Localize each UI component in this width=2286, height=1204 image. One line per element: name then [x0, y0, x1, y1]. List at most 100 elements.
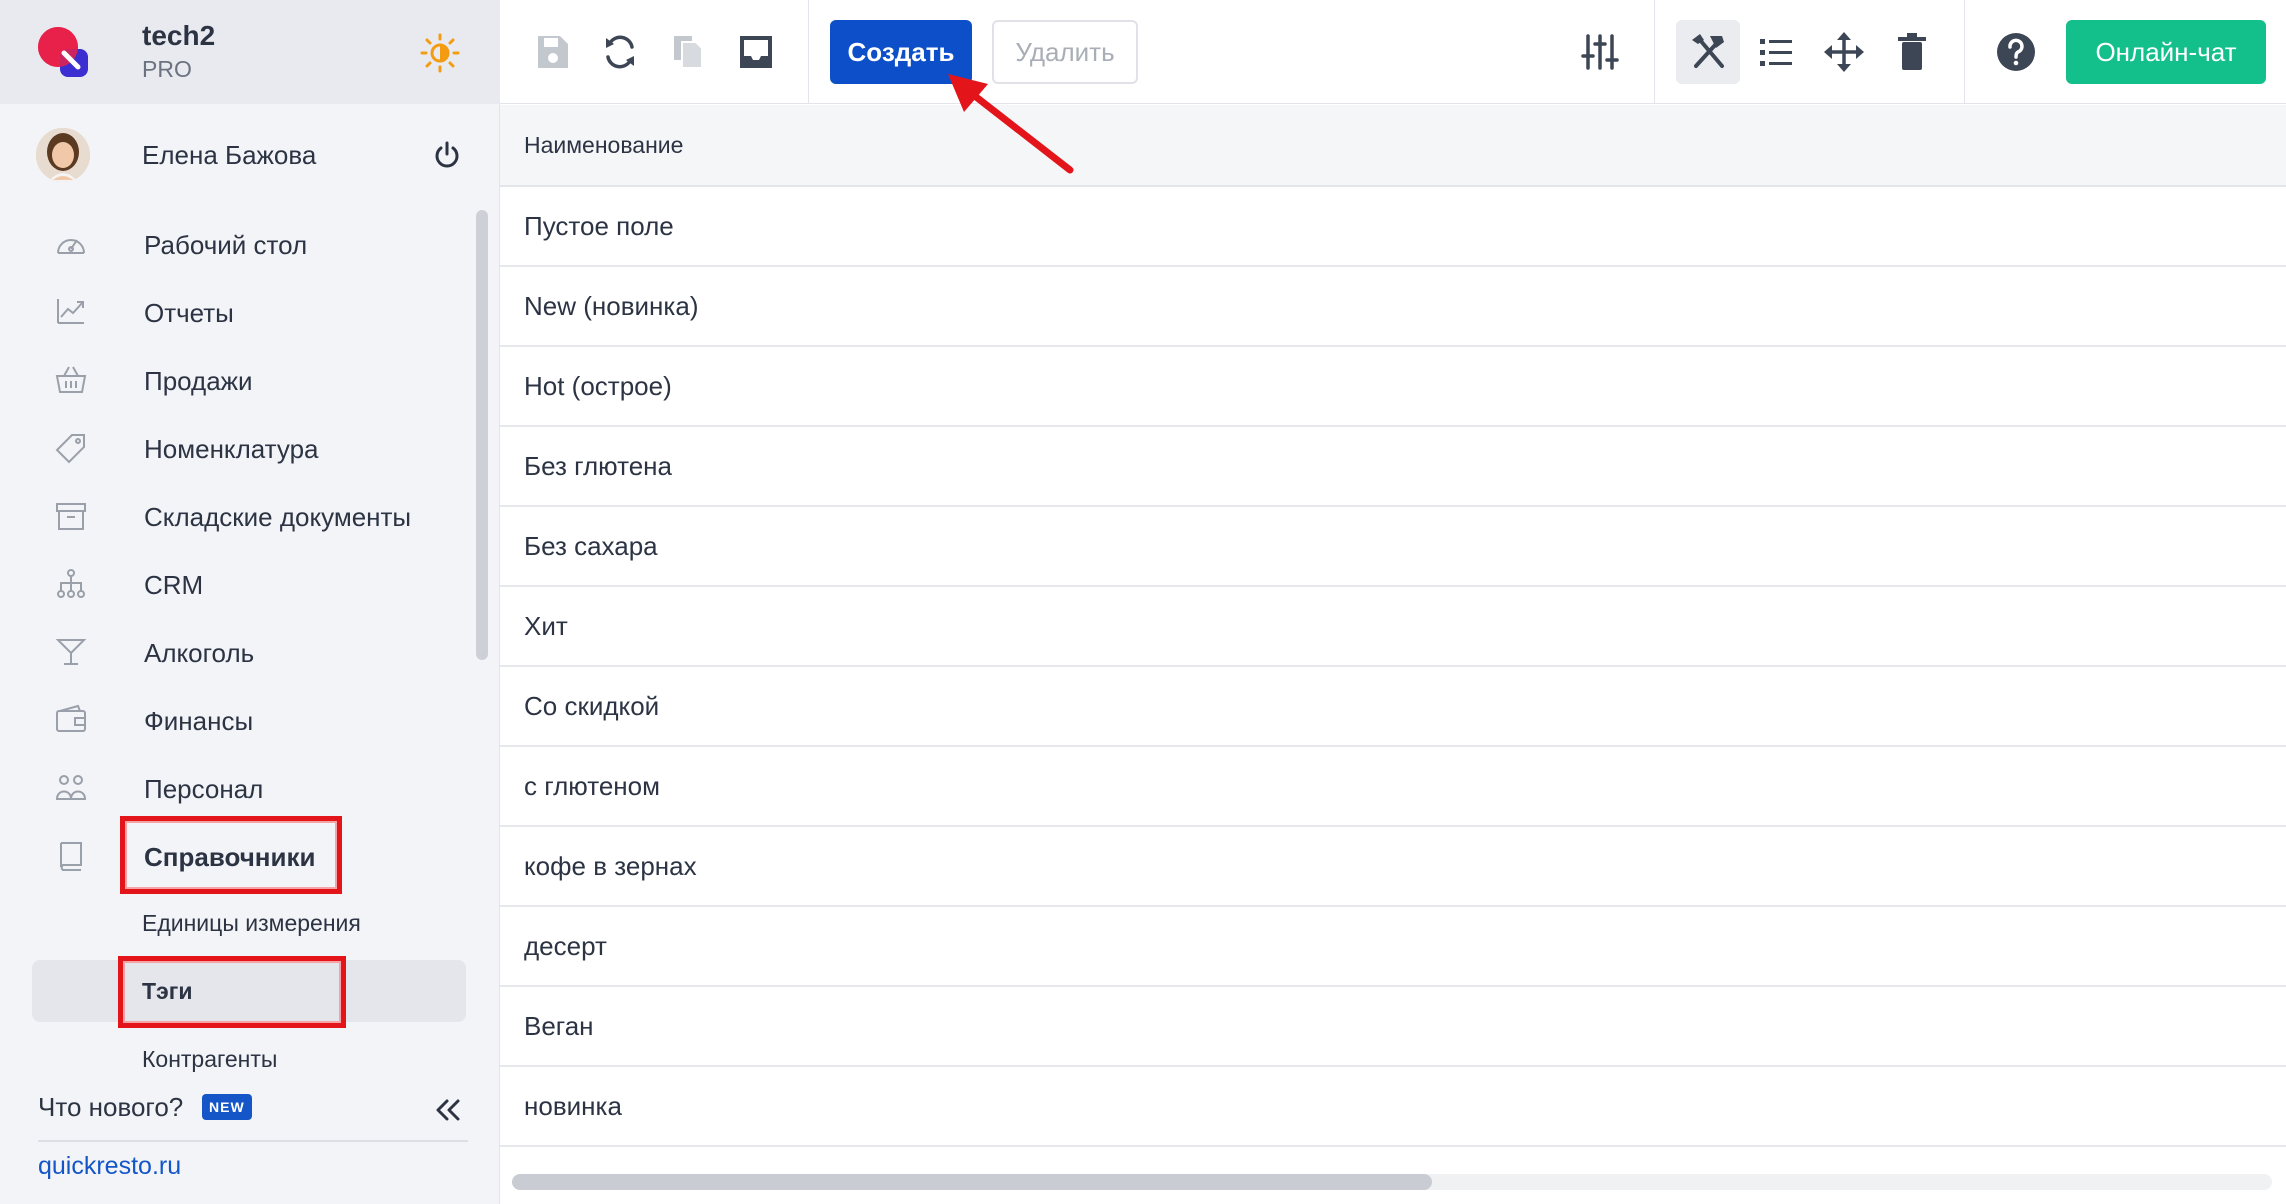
table-row[interactable]: Без глютена	[500, 427, 2286, 507]
nav-item-dashboard[interactable]: Рабочий стол	[0, 214, 470, 274]
table-cell: новинка	[524, 1091, 622, 1121]
user-name: Елена Бажова	[142, 140, 317, 170]
table-row[interactable]: Hot (острое)	[500, 347, 2286, 427]
logo-icon	[38, 27, 88, 77]
table-row[interactable]: кофе в зернах	[500, 827, 2286, 907]
nav-item-finance[interactable]: Финансы	[0, 690, 470, 750]
nav-item-sales[interactable]: Продажи	[0, 350, 470, 410]
table-cell: Хит	[524, 611, 568, 641]
nav-label: Номенклатура	[144, 434, 319, 464]
nav-label: Продажи	[144, 366, 253, 396]
subnav-item-tags[interactable]: Тэги	[32, 960, 466, 1022]
subnav-label: Контрагенты	[142, 1046, 278, 1072]
nav-item-references[interactable]: Справочники	[0, 826, 470, 886]
table-cell: New (новинка)	[524, 291, 699, 321]
table-cell: Hot (острое)	[524, 371, 672, 401]
table-cell: Без сахара	[524, 531, 658, 561]
create-button[interactable]: Создать	[830, 20, 972, 84]
theme-toggle-icon[interactable]	[420, 33, 460, 73]
trash-icon[interactable]	[1890, 30, 1934, 74]
table-row[interactable]: десерт	[500, 907, 2286, 987]
toolbar: Создать Удалить Онлайн-чат	[500, 0, 2286, 104]
subnav-item-units[interactable]: Единицы измерения	[32, 892, 466, 954]
horizontal-scrollbar-thumb[interactable]	[512, 1174, 1432, 1190]
collapse-sidebar-icon[interactable]	[432, 1094, 464, 1126]
table-row[interactable]: Без сахара	[500, 507, 2286, 587]
tools-icon[interactable]	[1686, 30, 1730, 74]
table-cell: кофе в зернах	[524, 851, 697, 881]
nav-label: Складские документы	[144, 502, 412, 532]
table-row[interactable]: новинка	[500, 1067, 2286, 1147]
company-name: tech2	[142, 20, 216, 51]
divider	[38, 1140, 468, 1142]
nav-label: Справочники	[144, 842, 316, 872]
help-icon[interactable]	[1994, 30, 2038, 74]
subnav-label: Единицы измерения	[142, 910, 361, 936]
sidebar: tech2 PRO Елена Бажова Рабочий стол Отче…	[0, 0, 500, 1204]
table-cell: Без глютена	[524, 451, 673, 481]
site-link[interactable]: quickresto.ru	[38, 1152, 181, 1181]
subnav-label: Тэги	[142, 978, 193, 1004]
table-cell: Со скидкой	[524, 691, 660, 721]
brand-header: tech2 PRO	[0, 0, 500, 104]
table-row[interactable]: New (новинка)	[500, 267, 2286, 347]
whats-new-link[interactable]: Что нового?	[38, 1092, 183, 1123]
archive-icon	[56, 503, 86, 530]
plan-label: PRO	[142, 56, 192, 82]
subnav-item-contractors[interactable]: Контрагенты	[32, 1028, 466, 1080]
nav-label: CRM	[144, 570, 204, 600]
sidebar-scrollbar-thumb[interactable]	[476, 210, 488, 660]
list-icon[interactable]	[1754, 30, 1798, 74]
table-cell: десерт	[524, 931, 607, 961]
basket-icon	[55, 366, 87, 393]
sidebar-footer: Что нового? NEW quickresto.ru	[0, 1080, 500, 1204]
nav-label: Персонал	[144, 774, 264, 804]
move-icon[interactable]	[1822, 30, 1866, 74]
book-icon	[60, 842, 82, 871]
filter-settings-icon[interactable]	[1578, 30, 1622, 74]
avatar[interactable]	[36, 128, 90, 182]
nav-label: Финансы	[144, 706, 254, 736]
nav-item-warehouse[interactable]: Складские документы	[0, 486, 470, 546]
user-panel: Елена Бажова	[0, 118, 500, 190]
people-icon	[55, 775, 87, 800]
cocktail-icon	[55, 639, 87, 665]
table-cell: с глютеном	[524, 771, 661, 801]
main-nav: Рабочий стол Отчеты Продажи Номенклатура…	[0, 210, 470, 1080]
wallet-icon	[56, 704, 86, 732]
nav-label: Отчеты	[144, 298, 234, 328]
save-icon[interactable]	[530, 30, 574, 74]
nav-item-crm[interactable]: CRM	[0, 554, 470, 614]
avatar-image	[36, 128, 90, 182]
table-header: Наименование	[500, 105, 2286, 187]
delete-button[interactable]: Удалить	[992, 20, 1138, 84]
copy-icon[interactable]	[666, 30, 710, 74]
nav-item-reports[interactable]: Отчеты	[0, 282, 470, 342]
table-row[interactable]: Хит	[500, 587, 2286, 667]
table-cell: Пустое поле	[524, 211, 674, 241]
hierarchy-icon	[57, 569, 85, 598]
chart-icon	[57, 299, 84, 324]
horizontal-scrollbar[interactable]	[512, 1174, 2272, 1190]
nav-item-staff[interactable]: Персонал	[0, 758, 470, 818]
sidebar-scrollbar[interactable]	[476, 210, 488, 1080]
column-header-name[interactable]: Наименование	[524, 132, 683, 159]
nav-item-alcohol[interactable]: Алкоголь	[0, 622, 470, 682]
dashboard-icon	[57, 239, 85, 254]
inbox-icon[interactable]	[734, 30, 778, 74]
table-row[interactable]: Веган	[500, 987, 2286, 1067]
table-row[interactable]: с глютеном	[500, 747, 2286, 827]
online-chat-button[interactable]: Онлайн-чат	[2066, 20, 2266, 84]
toolbar-separator	[1964, 0, 1965, 104]
power-icon[interactable]	[432, 140, 462, 170]
table-row[interactable]: Пустое поле	[500, 187, 2286, 267]
table-cell: Веган	[524, 1011, 594, 1041]
table-row[interactable]: Со скидкой	[500, 667, 2286, 747]
nav-item-nomenclature[interactable]: Номенклатура	[0, 418, 470, 478]
toolbar-separator	[1654, 0, 1655, 104]
tag-icon	[55, 434, 85, 464]
refresh-icon[interactable]	[598, 30, 642, 74]
nav-label: Алкоголь	[144, 638, 255, 668]
nav-label: Рабочий стол	[144, 230, 308, 260]
new-badge: NEW	[202, 1094, 252, 1120]
